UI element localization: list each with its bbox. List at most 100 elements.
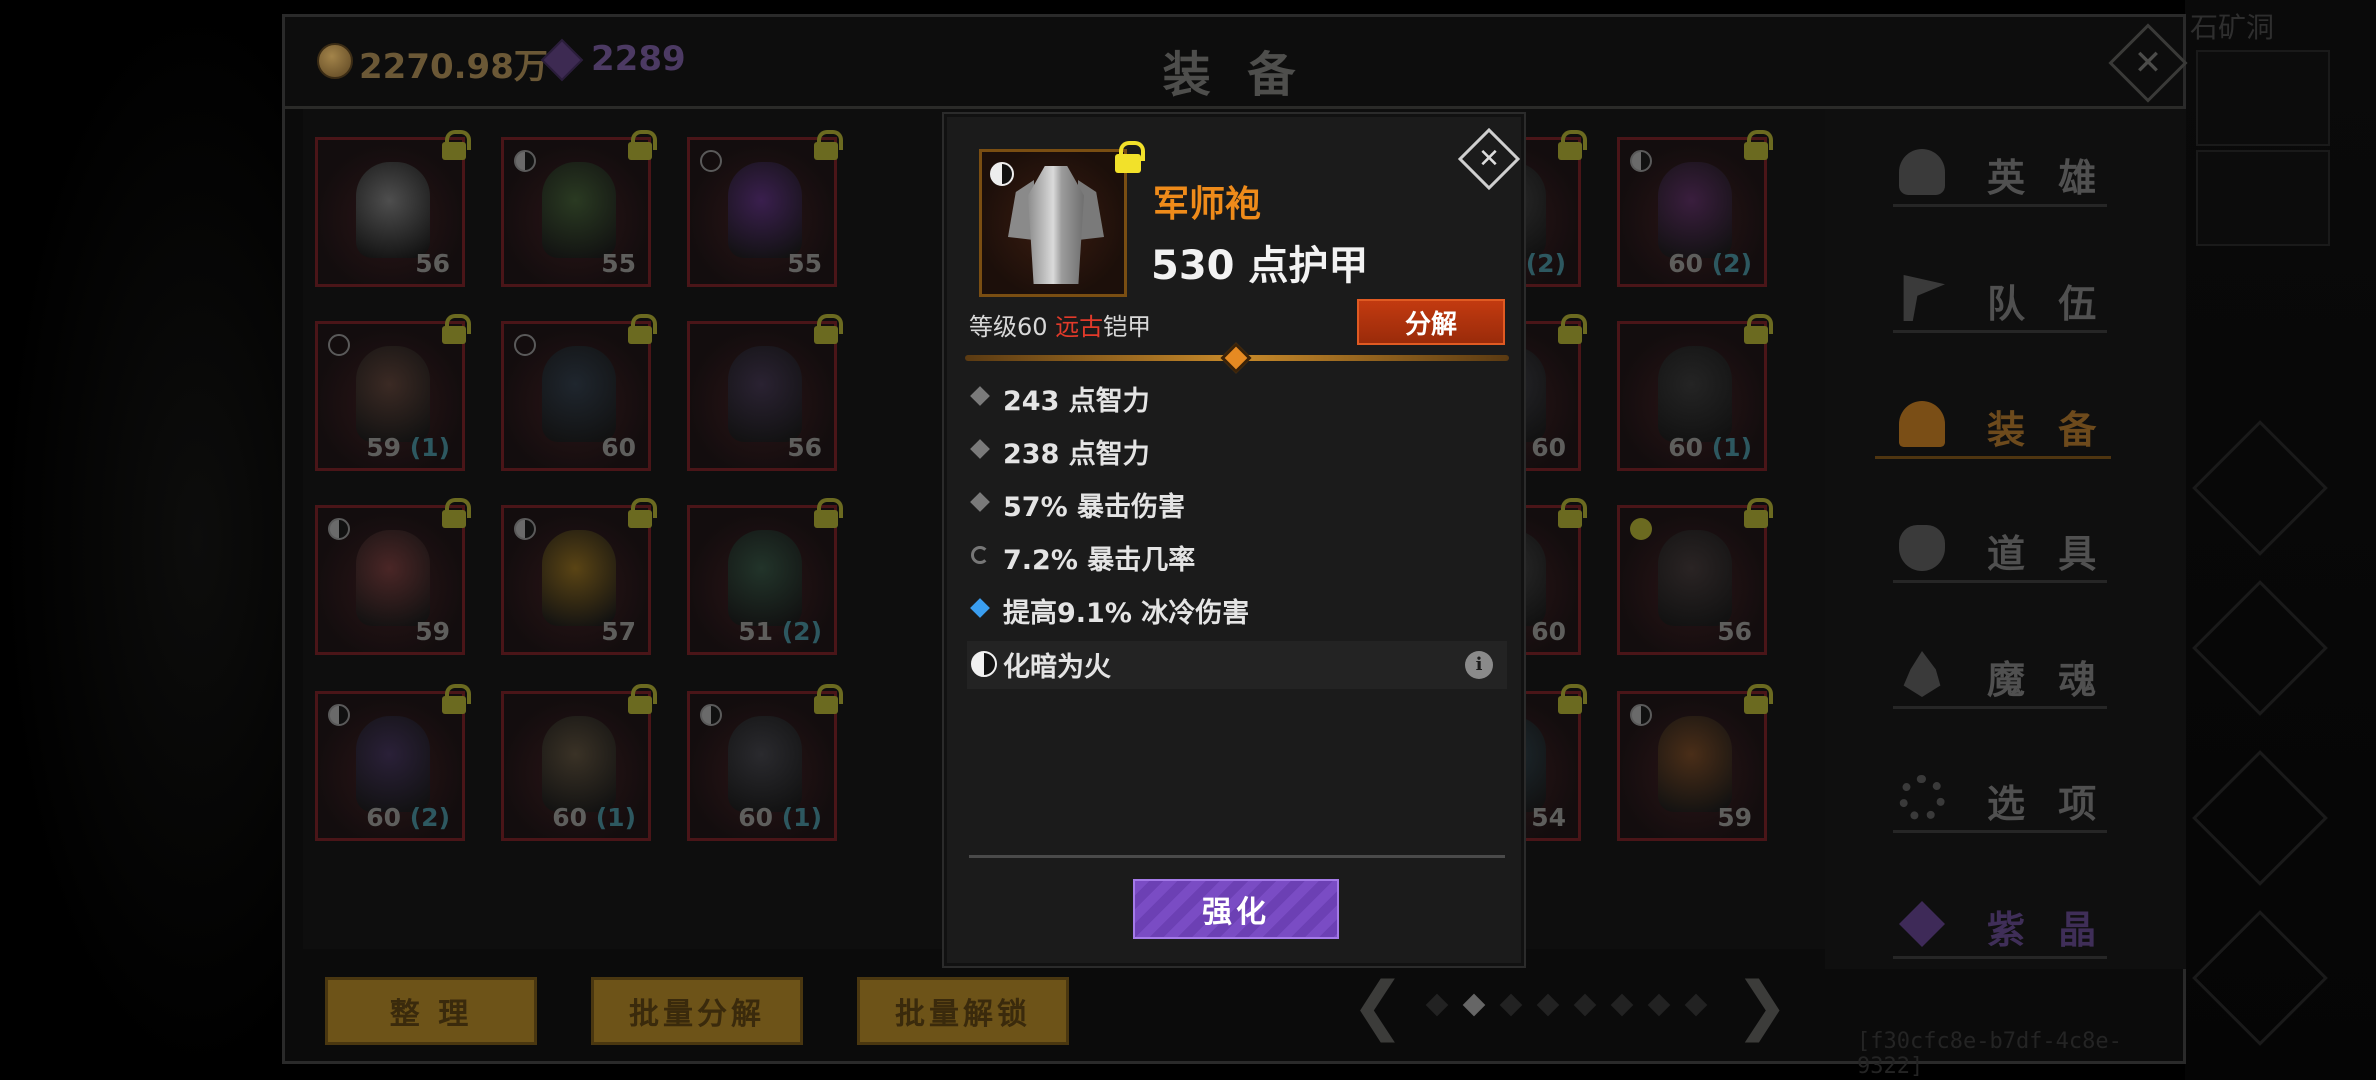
item-level-value: 60	[1531, 433, 1566, 462]
lock-icon	[814, 130, 843, 160]
item-level-value: 59	[415, 617, 450, 646]
side-menu-label: 选 项	[1987, 782, 2107, 826]
side-menu-item[interactable]: 魔 魂	[1893, 639, 2107, 709]
lock-icon[interactable]	[1115, 141, 1145, 173]
item-level: 56	[787, 433, 822, 462]
inventory-slot[interactable]: 51 (2)	[687, 498, 843, 655]
page-next-button[interactable]: ❯	[1735, 969, 1789, 1043]
equipment-item-icon	[1658, 530, 1732, 626]
background-left	[0, 0, 282, 1080]
yin-yang-icon	[1630, 150, 1652, 172]
inventory-slot[interactable]: 55	[687, 130, 843, 287]
pager-dot[interactable]	[1425, 993, 1449, 1017]
batch-unlock-button[interactable]: 批量解锁	[857, 977, 1069, 1045]
yin-yang-icon	[1630, 704, 1652, 726]
side-menu-label: 英 雄	[1987, 156, 2107, 200]
inventory-slot[interactable]: 56	[1617, 498, 1773, 655]
stat-row: 238 点智力	[967, 428, 1507, 476]
blue-diamond-icon	[970, 598, 990, 618]
lock-icon	[442, 314, 471, 344]
side-menu-item[interactable]: 英 雄	[1893, 137, 2107, 207]
flame-icon	[1903, 651, 1941, 697]
pager-dot[interactable]	[1462, 993, 1486, 1017]
item-level-value: 60	[1668, 249, 1704, 278]
item-level-value: 60	[552, 803, 588, 832]
pager-dot[interactable]	[1499, 993, 1523, 1017]
side-menu: 英 雄队 伍装 备道 具魔 魂选 项紫 晶	[1825, 109, 2186, 969]
side-menu-item[interactable]: 队 伍	[1893, 263, 2107, 333]
yin-yang-icon	[328, 518, 350, 540]
lock-icon	[628, 314, 657, 344]
equipment-item-icon	[728, 162, 802, 258]
item-level: 等级60	[969, 313, 1048, 341]
item-level-value: 59	[1717, 803, 1752, 832]
yin-yang-icon	[990, 162, 1014, 186]
inventory-slot[interactable]: 60 (1)	[501, 684, 657, 841]
side-menu-label: 魔 魂	[1987, 658, 2107, 702]
pager-dot[interactable]	[1536, 993, 1560, 1017]
side-menu-label: 紫 晶	[1987, 908, 2107, 952]
inventory-slot[interactable]: 59	[315, 498, 471, 655]
lock-icon	[1558, 684, 1587, 714]
info-icon[interactable]: i	[1465, 651, 1493, 679]
inventory-slot[interactable]: 56	[315, 130, 471, 287]
item-level: 56	[415, 249, 450, 278]
inventory-slot[interactable]: 57	[501, 498, 657, 655]
stat-text: 提高9.1% 冰冷伤害	[1003, 598, 1250, 629]
inventory-slot[interactable]: 60	[501, 314, 657, 471]
inventory-slot[interactable]: 60 (2)	[1617, 130, 1773, 287]
equipment-item-icon	[542, 716, 616, 812]
side-menu-item[interactable]: 紫 晶	[1893, 889, 2107, 959]
item-count: (1)	[1703, 433, 1752, 462]
lock-icon	[814, 498, 843, 528]
lock-icon	[1558, 130, 1587, 160]
batch-salvage-button[interactable]: 批量分解	[591, 977, 803, 1045]
page-prev-button[interactable]: ❮	[1351, 969, 1405, 1043]
item-level-value: 51	[738, 617, 774, 646]
item-level: 56	[1717, 617, 1752, 646]
lock-icon	[1744, 130, 1773, 160]
side-menu-item[interactable]: 选 项	[1893, 763, 2107, 833]
item-level-value: 56	[415, 249, 450, 278]
item-level-value: 60	[738, 803, 774, 832]
equipment-item-icon	[356, 162, 430, 258]
item-level: 60 (2)	[366, 803, 450, 832]
socket-icon	[514, 334, 536, 356]
side-menu-label: 道 具	[1987, 532, 2107, 576]
pager-dot[interactable]	[1573, 993, 1597, 1017]
pager-dot[interactable]	[1610, 993, 1634, 1017]
item-type: 铠甲	[1103, 313, 1152, 341]
item-level-value: 60	[1531, 617, 1566, 646]
side-menu-item[interactable]: 装 备	[1875, 389, 2111, 459]
inventory-slot[interactable]: 56	[687, 314, 843, 471]
legendary-power-name: 化暗为火	[1003, 652, 1111, 683]
pager-dot[interactable]	[1647, 993, 1671, 1017]
salvage-button[interactable]: 分解	[1357, 299, 1505, 345]
item-count: (1)	[401, 433, 450, 462]
side-menu-label: 装 备	[1987, 408, 2107, 452]
inventory-slot[interactable]: 59 (1)	[315, 314, 471, 471]
stat-row: 提高9.1% 冰冷伤害	[967, 587, 1507, 635]
inventory-slot[interactable]: 60 (2)	[315, 684, 471, 841]
lock-icon	[814, 684, 843, 714]
background-location-title: 石矿洞	[2190, 11, 2275, 44]
item-level: 59	[415, 617, 450, 646]
enhance-button[interactable]: 强化	[1133, 879, 1339, 939]
sort-button[interactable]: 整 理	[325, 977, 537, 1045]
inventory-slot[interactable]: 60 (1)	[687, 684, 843, 841]
legendary-power-row[interactable]: 化暗为火 i	[967, 641, 1507, 689]
reroll-icon	[971, 546, 989, 564]
dialog-close-button[interactable]: ✕	[1457, 127, 1521, 191]
stat-row: 243 点智力	[967, 375, 1507, 423]
inventory-slot[interactable]: 60 (1)	[1617, 314, 1773, 471]
item-thumbnail	[979, 149, 1127, 297]
item-level-value: 57	[601, 617, 636, 646]
pager-dot[interactable]	[1684, 993, 1708, 1017]
inventory-slot[interactable]: 55	[501, 130, 657, 287]
yin-yang-icon	[514, 150, 536, 172]
inventory-slot[interactable]: 59	[1617, 684, 1773, 841]
item-level-value: 60	[366, 803, 402, 832]
side-menu-item[interactable]: 道 具	[1893, 513, 2107, 583]
stat-text: 243 点智力	[1003, 386, 1150, 417]
hexagon-icon	[1630, 518, 1652, 540]
